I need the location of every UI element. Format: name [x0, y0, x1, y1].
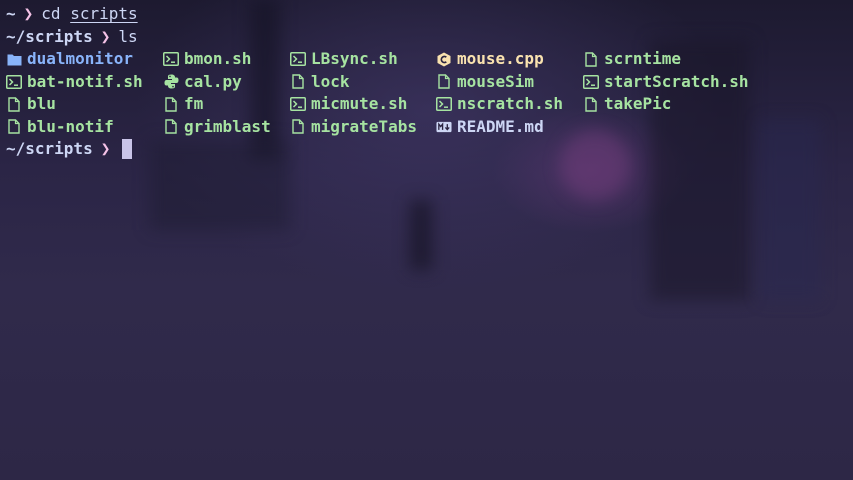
prompt-cwd: ~/scripts — [6, 26, 93, 46]
file-icon — [583, 96, 599, 112]
file-name: grimblast — [184, 116, 271, 136]
prompt-cwd: ~/scripts — [6, 139, 93, 158]
file-entry[interactable]: grimblast — [163, 116, 271, 139]
file-name: bat-notif.sh — [27, 71, 143, 91]
file-entry[interactable]: scrntime — [583, 48, 681, 71]
text-cursor[interactable] — [122, 139, 133, 160]
file-icon — [290, 119, 306, 135]
terminal-icon — [436, 96, 452, 112]
python-icon — [163, 74, 179, 90]
file-entry[interactable]: lock — [290, 71, 350, 94]
file-name: nscratch.sh — [457, 94, 563, 113]
file-entry[interactable]: dualmonitor — [6, 48, 133, 71]
file-entry[interactable]: cal.py — [163, 71, 242, 94]
file-entry[interactable]: micmute.sh — [290, 93, 407, 116]
file-name: blu-notif — [27, 116, 114, 136]
folder-icon — [6, 51, 22, 67]
file-entry[interactable]: README.md — [436, 116, 544, 139]
terminal-icon — [290, 96, 306, 112]
file-entry[interactable]: takePic — [583, 93, 671, 116]
command-text: ls — [118, 26, 138, 46]
file-entry[interactable]: mouse.cpp — [436, 48, 544, 71]
file-name: startScratch.sh — [604, 71, 749, 91]
file-entry[interactable]: fm — [163, 93, 203, 116]
prompt-line-cd: ~ ❯ cd scripts — [6, 3, 853, 26]
file-entry[interactable]: bat-notif.sh — [6, 71, 143, 94]
file-name: dualmonitor — [27, 49, 133, 68]
prompt-line-active: ~/scripts ❯ — [6, 138, 853, 161]
terminal-icon — [6, 74, 22, 90]
file-name: scrntime — [604, 49, 682, 68]
file-entry[interactable]: startScratch.sh — [583, 71, 749, 94]
file-icon — [163, 119, 179, 135]
file-name: migrateTabs — [311, 116, 417, 136]
file-entry[interactable]: LBsync.sh — [290, 48, 398, 71]
file-name: micmute.sh — [311, 94, 408, 113]
file-icon — [6, 119, 22, 135]
file-name: LBsync.sh — [311, 49, 398, 68]
file-entry[interactable]: bmon.sh — [163, 48, 251, 71]
file-name: README.md — [457, 116, 544, 136]
file-name: takePic — [604, 94, 672, 113]
command-text: cd — [41, 4, 61, 23]
file-name: blu — [27, 94, 56, 113]
terminal-icon — [163, 51, 179, 67]
file-name: mouseSim — [457, 71, 535, 91]
file-entry[interactable]: blu-notif — [6, 116, 114, 139]
file-name: mouse.cpp — [457, 49, 544, 68]
file-entry[interactable]: nscratch.sh — [436, 93, 563, 116]
file-entry[interactable]: mouseSim — [436, 71, 534, 94]
command-argument-link[interactable]: scripts — [70, 3, 137, 26]
prompt-chevron: ❯ — [100, 139, 111, 158]
file-icon — [6, 96, 22, 112]
file-name: bmon.sh — [184, 49, 252, 68]
file-name: cal.py — [184, 71, 242, 91]
prompt-chevron: ❯ — [23, 4, 34, 23]
file-icon — [290, 74, 306, 90]
file-icon — [583, 51, 599, 67]
prompt-cwd: ~ — [6, 4, 16, 23]
terminal-icon — [583, 74, 599, 90]
prompt-line-ls: ~/scripts ❯ ls — [6, 26, 853, 49]
terminal[interactable]: ~ ❯ cd scripts ~/scripts ❯ ls dualmonito… — [6, 3, 853, 480]
file-name: fm — [184, 94, 204, 113]
markdown-icon — [436, 119, 452, 135]
file-icon — [163, 96, 179, 112]
file-icon — [436, 74, 452, 90]
file-name: lock — [311, 71, 350, 91]
cpp-icon — [436, 51, 452, 67]
ls-output-grid: dualmonitor bat-notif.sh blu blu-notif bmon.… — [6, 48, 853, 138]
file-entry[interactable]: blu — [6, 93, 56, 116]
prompt-chevron: ❯ — [100, 26, 111, 46]
terminal-icon — [290, 51, 306, 67]
file-entry[interactable]: migrateTabs — [290, 116, 417, 139]
